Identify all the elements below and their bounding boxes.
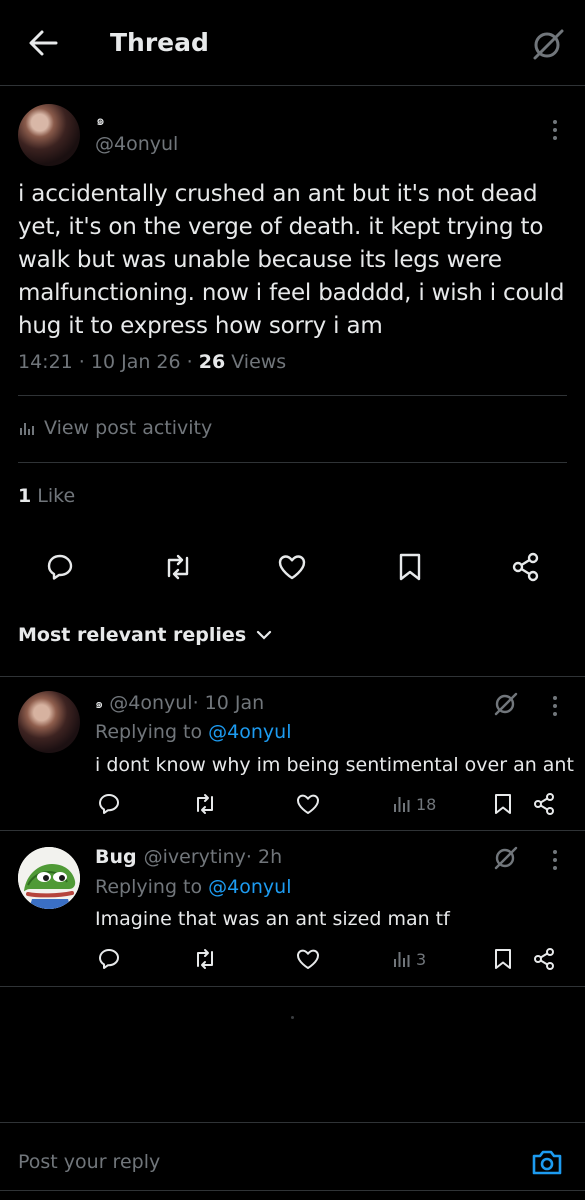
sort-label: Most relevant replies (18, 624, 247, 646)
share-icon[interactable] (532, 947, 556, 971)
reply-text: Imagine that was an ant sized man tf (95, 908, 450, 930)
spiral-verified-icon: ๑ (96, 113, 105, 129)
analytics-icon (394, 797, 410, 812)
loading-indicator (291, 1016, 294, 1019)
share-icon[interactable] (532, 792, 556, 816)
reply-handle[interactable]: @iverytiny (144, 846, 246, 868)
author-avatar[interactable] (18, 104, 80, 166)
reply-icon[interactable] (97, 947, 121, 971)
reply-header: ๑ @4onyul · 10 Jan (95, 692, 264, 714)
divider (0, 1190, 585, 1191)
grok-icon[interactable] (493, 844, 519, 870)
top-bar: Thread (0, 0, 585, 86)
views-count: 3 (416, 949, 427, 969)
replying-to: Replying to @4onyul (95, 876, 291, 898)
views-button[interactable]: 18 (392, 794, 436, 814)
divider (0, 986, 585, 987)
activity-label: View post activity (44, 417, 213, 439)
reply-icon[interactable] (45, 552, 75, 582)
view-post-activity-link[interactable]: View post activity (18, 417, 212, 439)
likes-summary[interactable]: 1 Like (18, 485, 75, 507)
likes-label: Like (31, 485, 76, 507)
post-timestamp: 14:21 · 10 Jan 26 · (18, 351, 199, 373)
divider (18, 395, 567, 396)
reply-icon[interactable] (97, 792, 121, 816)
reply-header: Bug @iverytiny · 2h (95, 846, 282, 868)
replying-to: Replying to @4onyul (95, 721, 291, 743)
likes-count: 1 (18, 485, 32, 507)
page-title: Thread (110, 28, 209, 57)
reply-handle[interactable]: @4onyul (109, 692, 192, 714)
reply-display-name[interactable]: Bug (95, 846, 137, 868)
views-label: Views (225, 351, 287, 373)
analytics-icon (20, 423, 34, 435)
post-text: i accidentally crushed an ant but it's n… (18, 181, 565, 339)
views-button[interactable]: 3 (392, 949, 426, 969)
reply-time: · 10 Jan (192, 692, 265, 714)
more-options-icon[interactable] (552, 850, 558, 874)
post-meta: 14:21 · 10 Jan 26 · 26 Views (18, 351, 286, 373)
bookmark-icon[interactable] (491, 792, 515, 816)
grok-icon[interactable] (530, 26, 566, 62)
reply-avatar[interactable] (18, 691, 80, 753)
replying-prefix: Replying to (95, 876, 209, 898)
like-icon[interactable] (296, 947, 320, 971)
like-icon[interactable] (277, 552, 307, 582)
reply-input[interactable]: Post your reply (18, 1151, 160, 1173)
divider (18, 462, 567, 463)
views-count: 26 (198, 351, 226, 373)
divider (0, 1122, 585, 1123)
more-options-icon[interactable] (552, 696, 558, 720)
share-icon[interactable] (511, 552, 541, 582)
camera-icon[interactable] (531, 1146, 563, 1178)
more-options-icon[interactable] (552, 120, 558, 144)
reply-avatar[interactable] (18, 847, 80, 909)
spiral-verified-icon: ๑ (95, 696, 104, 712)
bookmark-icon[interactable] (395, 552, 425, 582)
views-count: 18 (416, 794, 437, 814)
replying-to-handle[interactable]: @4onyul (208, 721, 291, 743)
author-handle[interactable]: @4onyul (95, 133, 178, 155)
repost-icon[interactable] (192, 792, 216, 816)
reply-text: i dont know why im being sentimental ove… (95, 754, 574, 776)
repost-icon[interactable] (162, 552, 192, 582)
like-icon[interactable] (296, 792, 320, 816)
back-arrow-icon[interactable] (26, 28, 60, 58)
repost-icon[interactable] (192, 947, 216, 971)
chevron-down-icon (257, 630, 272, 640)
divider (0, 830, 585, 831)
replying-to-handle[interactable]: @4onyul (208, 876, 291, 898)
replying-prefix: Replying to (95, 721, 209, 743)
reply-time: · 2h (245, 846, 283, 868)
grok-icon[interactable] (493, 690, 519, 716)
replies-sort-dropdown[interactable]: Most relevant replies (18, 624, 272, 646)
divider (0, 676, 585, 677)
bookmark-icon[interactable] (491, 947, 515, 971)
analytics-icon (394, 952, 410, 967)
